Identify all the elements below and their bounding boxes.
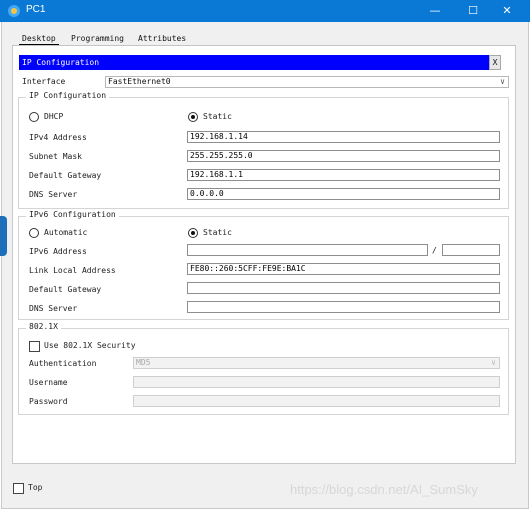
interface-label: Interface bbox=[22, 77, 66, 86]
pc-app-icon bbox=[8, 5, 20, 17]
authentication-value: MD5 bbox=[136, 358, 151, 367]
ipv6-prefix-input[interactable] bbox=[442, 244, 500, 256]
dhcp-radio[interactable] bbox=[29, 112, 39, 122]
prefix-separator: / bbox=[432, 246, 437, 255]
ipv6-gateway-label: Default Gateway bbox=[29, 285, 102, 294]
ipv4-address-label: IPv4 Address bbox=[29, 133, 87, 142]
subnet-mask-label: Subnet Mask bbox=[29, 152, 82, 161]
username-label: Username bbox=[29, 378, 68, 387]
ipv4-static-radio[interactable] bbox=[188, 112, 198, 122]
use-dot1x-label: Use 802.1X Security bbox=[44, 341, 136, 350]
ipv6-dns-input[interactable] bbox=[187, 301, 500, 313]
chevron-down-icon: ∨ bbox=[500, 77, 505, 86]
top-label: Top bbox=[28, 483, 43, 492]
ip-config-header: IP Configuration bbox=[19, 55, 489, 70]
ipv6-gateway-input[interactable] bbox=[187, 282, 500, 294]
default-gateway-input[interactable]: 192.168.1.1 bbox=[187, 169, 500, 181]
password-label: Password bbox=[29, 397, 68, 406]
ipv4-static-label: Static bbox=[203, 112, 232, 121]
use-dot1x-checkbox[interactable] bbox=[29, 341, 40, 352]
ipv6-group-title: IPv6 Configuration bbox=[26, 210, 119, 220]
close-button[interactable]: ✕ bbox=[492, 0, 522, 22]
dns-server-input[interactable]: 0.0.0.0 bbox=[187, 188, 500, 200]
authentication-select[interactable]: MD5 ∨ bbox=[133, 357, 500, 369]
minimize-button[interactable]: — bbox=[420, 0, 450, 22]
top-checkbox[interactable] bbox=[13, 483, 24, 494]
subnet-mask-input[interactable]: 255.255.255.0 bbox=[187, 150, 500, 162]
tab-attributes[interactable]: Attributes bbox=[135, 33, 189, 45]
ipv6-address-label: IPv6 Address bbox=[29, 247, 87, 256]
window-title: PC1 bbox=[26, 4, 46, 15]
ip-config-close-button[interactable]: X bbox=[489, 55, 501, 70]
ipv6-address-input[interactable] bbox=[187, 244, 428, 256]
link-local-address-label: Link Local Address bbox=[29, 266, 116, 275]
dhcp-label: DHCP bbox=[44, 112, 64, 121]
link-local-address-input[interactable]: FE80::260:5CFF:FE9E:BA1C bbox=[187, 263, 500, 275]
ipv6-automatic-label: Automatic bbox=[44, 228, 88, 237]
authentication-label: Authentication bbox=[29, 359, 97, 368]
default-gateway-label: Default Gateway bbox=[29, 171, 102, 180]
tab-desktop[interactable]: Desktop bbox=[19, 33, 59, 45]
watermark: https://blog.csdn.net/AI_SumSky bbox=[290, 482, 478, 497]
dot1x-group-title: 802.1X bbox=[26, 322, 61, 332]
ipv6-automatic-radio[interactable] bbox=[29, 228, 39, 238]
interface-select[interactable]: FastEthernet0 ∨ bbox=[105, 76, 509, 88]
maximize-button[interactable]: ☐ bbox=[458, 0, 488, 22]
ipv4-address-input[interactable]: 192.168.1.14 bbox=[187, 131, 500, 143]
ipv6-static-label: Static bbox=[203, 228, 232, 237]
ipv6-dns-label: DNS Server bbox=[29, 304, 78, 313]
password-input[interactable] bbox=[133, 395, 500, 407]
username-input[interactable] bbox=[133, 376, 500, 388]
dns-server-label: DNS Server bbox=[29, 190, 78, 199]
chevron-down-icon: ∨ bbox=[491, 358, 496, 367]
side-app-icon bbox=[0, 216, 7, 256]
ipv4-group-title: IP Configuration bbox=[26, 91, 110, 101]
tab-programming[interactable]: Programming bbox=[68, 33, 127, 45]
title-bar: PC1 — ☐ ✕ bbox=[0, 0, 530, 22]
interface-value: FastEthernet0 bbox=[108, 77, 171, 86]
ipv6-static-radio[interactable] bbox=[188, 228, 198, 238]
